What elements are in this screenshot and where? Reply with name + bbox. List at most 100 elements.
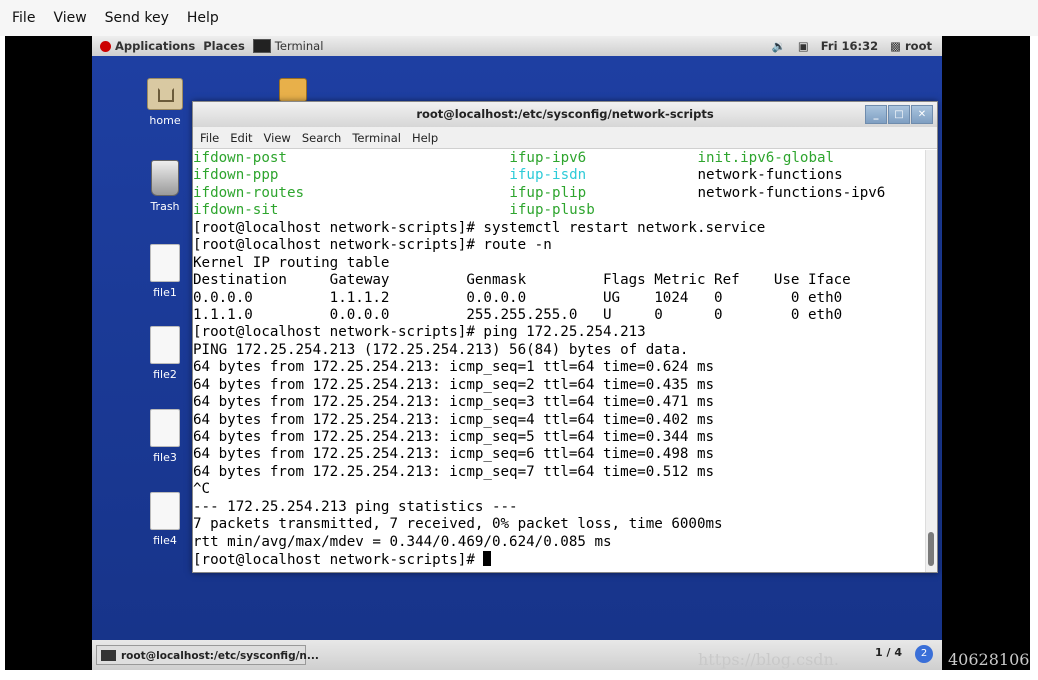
menu-edit[interactable]: Edit: [230, 131, 252, 145]
places-menu[interactable]: Places: [203, 39, 245, 53]
terminal-line: 7 packets transmitted, 7 received, 0% pa…: [193, 516, 723, 533]
terminal-line: [root@localhost network-scripts]# system…: [193, 219, 766, 236]
desktop-icon-label: file3: [153, 451, 177, 464]
terminal-line: --- 172.25.254.213 ping statistics ---: [193, 498, 518, 515]
window-title: root@localhost:/etc/sysconfig/network-sc…: [416, 107, 714, 121]
terminal-line: [root@localhost network-scripts]# ping 1…: [193, 324, 646, 341]
terminal-menubar: File Edit View Search Terminal Help: [193, 127, 937, 149]
terminal-output[interactable]: ifdown-post ifup-ipv6 init.ipv6-global ifdo…: [193, 150, 926, 572]
viewer-menu-view[interactable]: View: [53, 10, 86, 26]
terminal-window[interactable]: root@localhost:/etc/sysconfig/network-sc…: [192, 101, 938, 573]
viewer-menubar: File View Send key Help: [0, 0, 1038, 36]
places-label: Places: [203, 39, 245, 53]
desktop: home Trash file1 file2 file3 file4 root@…: [92, 56, 942, 640]
ls-entry: ifup-plip: [509, 184, 587, 201]
clock[interactable]: Fri 16:32: [821, 39, 878, 53]
terminal-line: 64 bytes from 172.25.254.213: icmp_seq=7…: [193, 463, 715, 480]
desktop-icon-file1[interactable]: file1: [135, 244, 195, 299]
terminal-line: ^C: [193, 481, 211, 498]
file-icon: [150, 326, 180, 364]
desktop-icon-home[interactable]: home: [135, 78, 195, 127]
terminal-line: 64 bytes from 172.25.254.213: icmp_seq=4…: [193, 411, 715, 428]
network-icon[interactable]: ▣: [798, 39, 809, 53]
scrollbar-thumb[interactable]: [928, 532, 934, 566]
window-titlebar[interactable]: root@localhost:/etc/sysconfig/network-sc…: [193, 102, 937, 127]
ls-entry: ifdown-ppp: [193, 167, 279, 184]
desktop-icon-label: file2: [153, 368, 177, 381]
desktop-icon-trash[interactable]: Trash: [135, 160, 195, 213]
gnome-top-bar: Applications Places Terminal 🔉 ▣ Fri 16:…: [92, 36, 942, 56]
terminal-line: 0.0.0.0 1.1.1.2 0.0.0.0 UG 1024 0 0 eth0: [193, 289, 843, 306]
window-controls: _ □ ✕: [864, 105, 933, 124]
terminal-line: 64 bytes from 172.25.254.213: icmp_seq=6…: [193, 446, 715, 463]
viewer-menu-send-key[interactable]: Send key: [105, 10, 169, 26]
desktop-icon-label: file1: [153, 286, 177, 299]
close-icon[interactable]: ✕: [911, 105, 933, 124]
trash-icon: [151, 160, 179, 196]
desktop-icon-file3[interactable]: file3: [135, 409, 195, 464]
ls-entry: init.ipv6-global: [697, 150, 835, 166]
menu-help[interactable]: Help: [412, 131, 438, 145]
user-label: root: [905, 39, 932, 53]
terminal-line: 64 bytes from 172.25.254.213: icmp_seq=1…: [193, 359, 715, 376]
terminal-line: [root@localhost network-scripts]# route …: [193, 237, 552, 254]
viewer-menu-file[interactable]: File: [12, 10, 35, 26]
ls-entry: ifdown-sit: [193, 202, 279, 219]
package-icon[interactable]: [279, 78, 307, 102]
volume-icon[interactable]: 🔉: [772, 39, 786, 53]
terminal-prompt-line[interactable]: [root@localhost network-scripts]#: [193, 551, 926, 568]
shell-prompt: [root@localhost network-scripts]#: [193, 552, 484, 569]
terminal-line: ifdown-post ifup-ipv6 init.ipv6-global: [193, 150, 926, 167]
terminal-line: 64 bytes from 172.25.254.213: icmp_seq=2…: [193, 376, 715, 393]
minimize-icon[interactable]: _: [865, 105, 887, 124]
ls-entry: ifdown-post: [193, 150, 287, 166]
desktop-icon-label: home: [149, 114, 181, 127]
ls-entry: network-functions-ipv6: [697, 184, 886, 201]
ls-entry: ifup-ipv6: [509, 150, 587, 166]
applications-menu[interactable]: Applications: [100, 39, 195, 53]
desktop-icon-label: file4: [153, 534, 177, 547]
watermark-url: https://blog.csdn.: [698, 650, 839, 669]
terminal-line: 64 bytes from 172.25.254.213: icmp_seq=5…: [193, 429, 715, 445]
terminal-scrollbar[interactable]: [925, 150, 937, 572]
desktop-icon-file4[interactable]: file4: [135, 492, 195, 547]
guest-screen: Applications Places Terminal 🔉 ▣ Fri 16:…: [92, 36, 942, 670]
desktop-icon-file2[interactable]: file2: [135, 326, 195, 381]
terminal-line: Destination Gateway Genmask Flags Metric…: [193, 272, 851, 289]
home-folder-icon: [147, 78, 183, 110]
status-area: 🔉 ▣ Fri 16:32 ▩ root: [772, 36, 932, 56]
redhat-icon: [100, 40, 111, 52]
terminal-line: ifdown-ppp ifup-isdn network-functions: [193, 167, 926, 184]
terminal-icon: [101, 650, 116, 661]
menu-view[interactable]: View: [264, 131, 291, 145]
terminal-line: rtt min/avg/max/mdev = 0.344/0.469/0.624…: [193, 533, 612, 550]
viewer-menu-help[interactable]: Help: [187, 10, 219, 26]
terminal-app-menu[interactable]: Terminal: [252, 39, 324, 53]
user-icon: ▩: [890, 39, 906, 53]
ls-entry: ifup-isdn: [509, 167, 587, 184]
terminal-line: 64 bytes from 172.25.254.213: icmp_seq=3…: [193, 394, 715, 411]
file-icon: [150, 492, 180, 530]
notification-badge[interactable]: 2: [915, 645, 933, 663]
applications-label: Applications: [115, 39, 196, 53]
user-menu[interactable]: ▩ root: [890, 39, 932, 53]
maximize-icon[interactable]: □: [888, 105, 910, 124]
taskbar-window-label: root@localhost:/etc/sysconfig/n...: [121, 650, 319, 662]
ls-entry: network-functions: [697, 167, 843, 184]
ls-entry: ifup-plusb: [509, 202, 595, 219]
menu-search[interactable]: Search: [302, 131, 342, 145]
terminal-line: PING 172.25.254.213 (172.25.254.213) 56(…: [193, 341, 689, 358]
menu-terminal[interactable]: Terminal: [352, 131, 401, 145]
watermark-id: 40628106: [948, 650, 1030, 669]
terminal-icon: [252, 39, 271, 53]
terminal-line: 1.1.1.0 0.0.0.0 255.255.255.0 U 0 0 0 et…: [193, 306, 843, 323]
terminal-line: ifdown-sit ifup-plusb: [193, 202, 926, 219]
menu-file[interactable]: File: [200, 131, 219, 145]
terminal-label: Terminal: [274, 39, 324, 53]
terminal-cursor: [483, 551, 492, 567]
file-icon: [150, 409, 180, 447]
taskbar-window-button[interactable]: root@localhost:/etc/sysconfig/n...: [96, 645, 319, 665]
terminal-line: Kernel IP routing table: [193, 254, 390, 271]
desktop-icon-label: Trash: [150, 200, 180, 213]
workspace-pager[interactable]: 1 / 4: [875, 646, 902, 659]
